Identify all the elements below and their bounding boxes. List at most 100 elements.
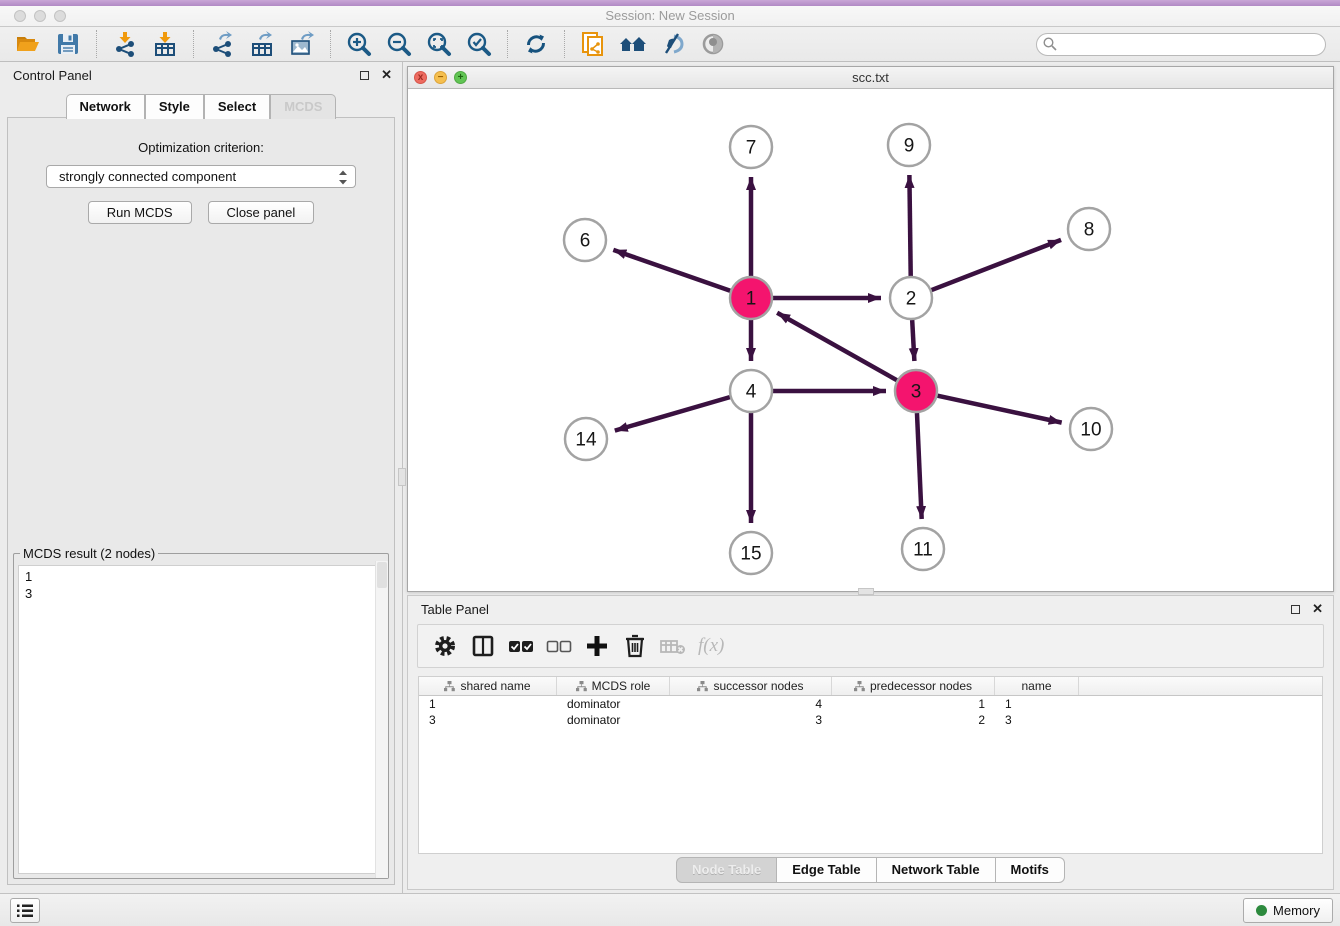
deselect-all-icon[interactable] (544, 631, 574, 661)
tab-mcds[interactable]: MCDS (270, 94, 336, 119)
edge-2-9[interactable] (909, 175, 910, 276)
edge-3-10[interactable] (937, 396, 1061, 423)
table-cell[interactable]: 2 (832, 712, 995, 728)
chevron-updown-icon (337, 169, 349, 186)
export-image-icon[interactable] (287, 30, 317, 58)
node-15[interactable]: 15 (730, 532, 772, 574)
mcds-result-text[interactable]: 1 3 (18, 565, 384, 874)
settings-icon[interactable] (430, 631, 460, 661)
divider-handle-horizontal[interactable] (858, 588, 874, 595)
task-history-button[interactable] (10, 898, 40, 923)
network-close-icon[interactable]: x (414, 71, 427, 84)
node-table: shared name MCDS role successor nodes prede… (418, 676, 1323, 854)
style-toggle-icon[interactable] (658, 30, 688, 58)
result-scrollbar[interactable] (375, 561, 388, 878)
node-4[interactable]: 4 (730, 370, 772, 412)
edge-2-8[interactable] (932, 240, 1062, 290)
control-panel: Control Panel ✕ NetworkStyleSelectMCDS O… (0, 62, 403, 893)
node-14[interactable]: 14 (565, 418, 607, 460)
edge-1-6[interactable] (613, 250, 730, 291)
node-7[interactable]: 7 (730, 126, 772, 168)
zoom-out-icon[interactable] (384, 30, 414, 58)
node-11[interactable]: 11 (902, 528, 944, 570)
column-header-label: predecessor nodes (870, 679, 972, 693)
tab-edge-table[interactable]: Edge Table (777, 857, 876, 883)
table-cell[interactable]: dominator (557, 696, 670, 712)
node-9[interactable]: 9 (888, 124, 930, 166)
table-cell[interactable]: 4 (670, 696, 832, 712)
refresh-icon[interactable] (521, 30, 551, 58)
table-cell[interactable]: 1 (832, 696, 995, 712)
table-cell[interactable]: dominator (557, 712, 670, 728)
tab-node-table[interactable]: Node Table (676, 857, 777, 883)
memory-button[interactable]: Memory (1243, 898, 1333, 923)
export-table-icon[interactable] (247, 30, 277, 58)
divider-handle-vertical[interactable] (398, 468, 406, 486)
import-table-icon[interactable] (150, 30, 180, 58)
criterion-dropdown[interactable]: strongly connected component (46, 165, 356, 188)
function-builder-icon[interactable]: f(x) (698, 635, 724, 657)
table-cell[interactable]: 3 (419, 712, 557, 728)
delete-table-icon[interactable] (658, 631, 688, 661)
node-10[interactable]: 10 (1070, 408, 1112, 450)
control-panel-float-icon[interactable] (360, 71, 369, 80)
table-row[interactable]: 3dominator323 (419, 712, 1322, 728)
network-canvas[interactable]: 7 9 6 8 1 2 4 3 14 10 15 11 (408, 89, 1333, 591)
column-header-label: MCDS role (592, 679, 651, 693)
tab-network[interactable]: Network (66, 94, 145, 119)
node-8[interactable]: 8 (1068, 208, 1110, 250)
open-session-icon[interactable] (13, 30, 43, 58)
node-3[interactable]: 3 (895, 370, 937, 412)
table-row[interactable]: 1dominator411 (419, 696, 1322, 712)
close-panel-button[interactable]: Close panel (208, 201, 315, 224)
table-panel-close-icon[interactable]: ✕ (1312, 601, 1323, 617)
edge-4-14[interactable] (615, 397, 730, 430)
tab-motifs[interactable]: Motifs (996, 857, 1065, 883)
table-panel-float-icon[interactable] (1291, 605, 1300, 614)
toolbar-separator (330, 30, 331, 58)
add-icon[interactable] (582, 631, 612, 661)
table-header-row: shared name MCDS role successor nodes prede… (419, 677, 1322, 696)
table-cell[interactable]: 3 (995, 712, 1079, 728)
run-mcds-button[interactable]: Run MCDS (88, 201, 192, 224)
column-header-MCDS-role[interactable]: MCDS role (557, 677, 670, 695)
node-2[interactable]: 2 (890, 277, 932, 319)
column-header-successor-nodes[interactable]: successor nodes (670, 677, 832, 695)
table-cell[interactable]: 1 (419, 696, 557, 712)
zoom-fit-icon[interactable] (424, 30, 454, 58)
export-network-icon[interactable] (207, 30, 237, 58)
hide-toggle-icon[interactable] (698, 30, 728, 58)
control-panel-close-icon[interactable]: ✕ (381, 67, 392, 83)
table-cell[interactable]: 1 (995, 696, 1079, 712)
search-input[interactable] (1036, 33, 1326, 56)
node-6[interactable]: 6 (564, 219, 606, 261)
table-cell[interactable]: 3 (670, 712, 832, 728)
home-icon[interactable] (618, 30, 648, 58)
control-panel-title: Control Panel (13, 68, 360, 83)
tab-network-table[interactable]: Network Table (877, 857, 996, 883)
tab-select[interactable]: Select (204, 94, 270, 119)
column-header-shared-name[interactable]: shared name (419, 677, 557, 695)
edge-2-3[interactable] (912, 320, 914, 361)
import-network-icon[interactable] (110, 30, 140, 58)
svg-text:1: 1 (746, 289, 757, 310)
column-header-predecessor-nodes[interactable]: predecessor nodes (832, 677, 995, 695)
columns-icon[interactable] (468, 631, 498, 661)
zoom-in-icon[interactable] (344, 30, 374, 58)
mcds-result-title: MCDS result (2 nodes) (20, 546, 158, 561)
node-1[interactable]: 1 (730, 277, 772, 319)
select-all-icon[interactable] (506, 631, 536, 661)
tab-style[interactable]: Style (145, 94, 204, 119)
network-window-titlebar[interactable]: x − + scc.txt (408, 67, 1333, 89)
delete-icon[interactable] (620, 631, 650, 661)
network-maximize-icon[interactable]: + (454, 71, 467, 84)
save-session-icon[interactable] (53, 30, 83, 58)
window-title: Session: New Session (0, 8, 1340, 23)
network-graph[interactable]: 7 9 6 8 1 2 4 3 14 10 15 11 (408, 89, 1333, 591)
zoom-selected-icon[interactable] (464, 30, 494, 58)
network-minimize-icon[interactable]: − (434, 71, 447, 84)
clone-network-icon[interactable] (578, 30, 608, 58)
column-header-name[interactable]: name (995, 677, 1079, 695)
edge-3-11[interactable] (917, 413, 922, 519)
edge-3-1[interactable] (777, 313, 897, 380)
